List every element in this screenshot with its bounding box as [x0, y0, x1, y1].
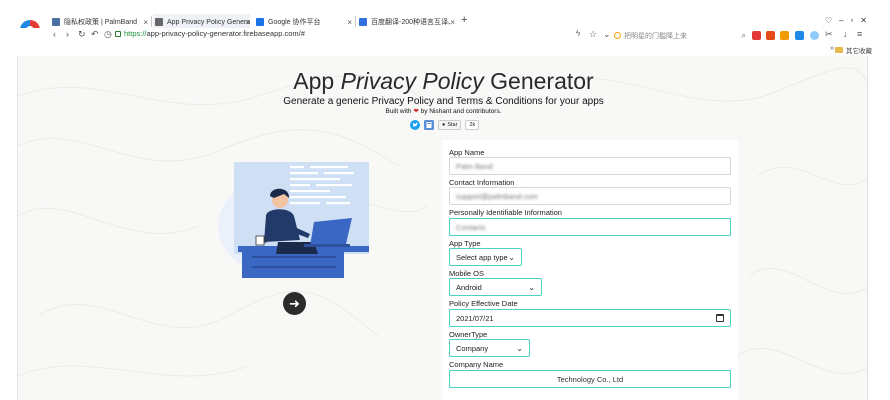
- app-name-input[interactable]: Palm Band: [449, 157, 731, 175]
- bookmark-folder-other[interactable]: 其它收藏: [835, 45, 872, 55]
- tab-favicon-icon: [256, 18, 264, 26]
- tab-separator: [151, 16, 152, 27]
- contact-information-input[interactable]: support@palmband.com: [449, 187, 731, 205]
- github-star-button[interactable]: ● Star: [438, 120, 462, 130]
- developer-at-laptop-illustration: [218, 162, 369, 278]
- social-links: ● Star 2k: [410, 120, 480, 130]
- shield-icon[interactable]: ◷: [104, 29, 112, 40]
- window-controls[interactable]: ♡–▫✕: [825, 16, 874, 25]
- tab-favicon-icon: [52, 18, 60, 26]
- tab-title: 百度翻译-200种语言互译、沟通...: [371, 19, 451, 26]
- built-with-credit: Built with ❤ by Nishant and contributors…: [385, 108, 502, 115]
- lightning-icon[interactable]: ϟ: [576, 29, 580, 38]
- owner-type-select[interactable]: Company ⌄: [449, 339, 530, 357]
- wechat-icon[interactable]: [424, 120, 434, 130]
- scissors-icon[interactable]: ✂: [825, 29, 833, 40]
- search-placeholder: 把明星的门槛降上来: [624, 32, 687, 40]
- search-icon[interactable]: ⌕: [742, 31, 746, 41]
- page-subtitle: Generate a generic Privacy Policy and Te…: [283, 96, 604, 107]
- chevron-down-icon: ⌄: [516, 343, 523, 353]
- address-bar[interactable]: https://app-privacy-policy-generator.fir…: [115, 29, 305, 38]
- back-arrow-icon[interactable]: ‹: [53, 29, 56, 39]
- tab-title: Google 协作平台: [268, 19, 321, 26]
- tab-title: App Privacy Policy Generator: [167, 18, 250, 26]
- chevron-down-icon: ⌄: [508, 252, 515, 262]
- contact-information-label: Contact Information: [449, 178, 515, 187]
- chevron-down-icon[interactable]: ⌄: [603, 29, 611, 40]
- company-name-input[interactable]: Technology Co., Ltd: [449, 370, 731, 388]
- arrow-right-icon: ➜: [289, 295, 300, 311]
- undo-icon[interactable]: ↶: [91, 29, 99, 40]
- tab-close-icon[interactable]: ×: [450, 18, 455, 27]
- app-type-label: App Type: [449, 239, 481, 248]
- pii-label: Personally Identifiable Information: [449, 208, 562, 217]
- tab-title: 隐私权政策 | PalmBand: [64, 19, 138, 26]
- tab-separator: [355, 16, 356, 27]
- lock-icon: [115, 30, 121, 37]
- policy-effective-date-input[interactable]: 2021/07/21: [449, 309, 731, 327]
- download-icon[interactable]: ↓: [843, 29, 848, 39]
- bookmarks-overflow-icon[interactable]: »: [830, 45, 834, 52]
- mobile-os-select[interactable]: Android ⌄: [449, 278, 542, 296]
- heart-icon: ❤: [413, 108, 419, 115]
- policy-effective-date-label: Policy Effective Date: [449, 299, 518, 308]
- github-icon: ●: [442, 122, 446, 128]
- tab-favicon-icon: [155, 18, 163, 26]
- extension-user-icon[interactable]: [810, 31, 819, 40]
- pii-input[interactable]: Contacts: [449, 218, 731, 236]
- policy-form: App Name Palm Band Contact Information s…: [442, 140, 738, 400]
- extension-fox-icon[interactable]: [766, 31, 775, 40]
- github-star-count: 2k: [465, 120, 480, 130]
- reload-icon[interactable]: ↻: [78, 29, 86, 40]
- company-name-label: Company Name: [449, 360, 504, 369]
- app-name-label: App Name: [449, 148, 485, 157]
- calendar-icon[interactable]: [716, 314, 724, 322]
- new-tab-plus-icon[interactable]: +: [461, 14, 467, 26]
- next-arrow-button[interactable]: ➜: [283, 292, 306, 315]
- app-type-select[interactable]: Select app type ⌄: [449, 248, 522, 266]
- forward-arrow-icon[interactable]: ›: [66, 29, 69, 39]
- tab-close-icon[interactable]: ×: [143, 18, 148, 27]
- folder-icon: [835, 47, 843, 53]
- page-title: App Privacy Policy Generator: [293, 68, 594, 94]
- menu-icon[interactable]: ≡: [857, 29, 862, 39]
- twitter-icon[interactable]: [410, 120, 420, 130]
- bookmark-star-icon[interactable]: ☆: [589, 29, 597, 40]
- tab-close-icon[interactable]: ×: [347, 18, 352, 27]
- page-content: App Privacy Policy Generator Generate a …: [17, 56, 868, 400]
- url-text: app-privacy-policy-generator.firebaseapp…: [146, 29, 305, 38]
- tab-favicon-icon: [359, 18, 367, 26]
- chevron-down-icon: ⌄: [528, 282, 535, 292]
- extension-grid-icon[interactable]: [752, 31, 761, 40]
- extension-note-icon[interactable]: [780, 31, 789, 40]
- url-scheme: https://: [124, 29, 147, 38]
- search-engine-icon: [614, 32, 621, 39]
- owner-type-label: OwnerType: [449, 330, 488, 339]
- bookmarks-bar: [0, 44, 890, 56]
- search-box[interactable]: 把明星的门槛降上来 ⌕: [614, 29, 746, 42]
- tab-close-icon[interactable]: ×: [245, 18, 250, 27]
- extension-translate-icon[interactable]: [795, 31, 804, 40]
- mobile-os-label: Mobile OS: [449, 269, 485, 278]
- bookmark-folder-label: 其它收藏: [846, 48, 872, 55]
